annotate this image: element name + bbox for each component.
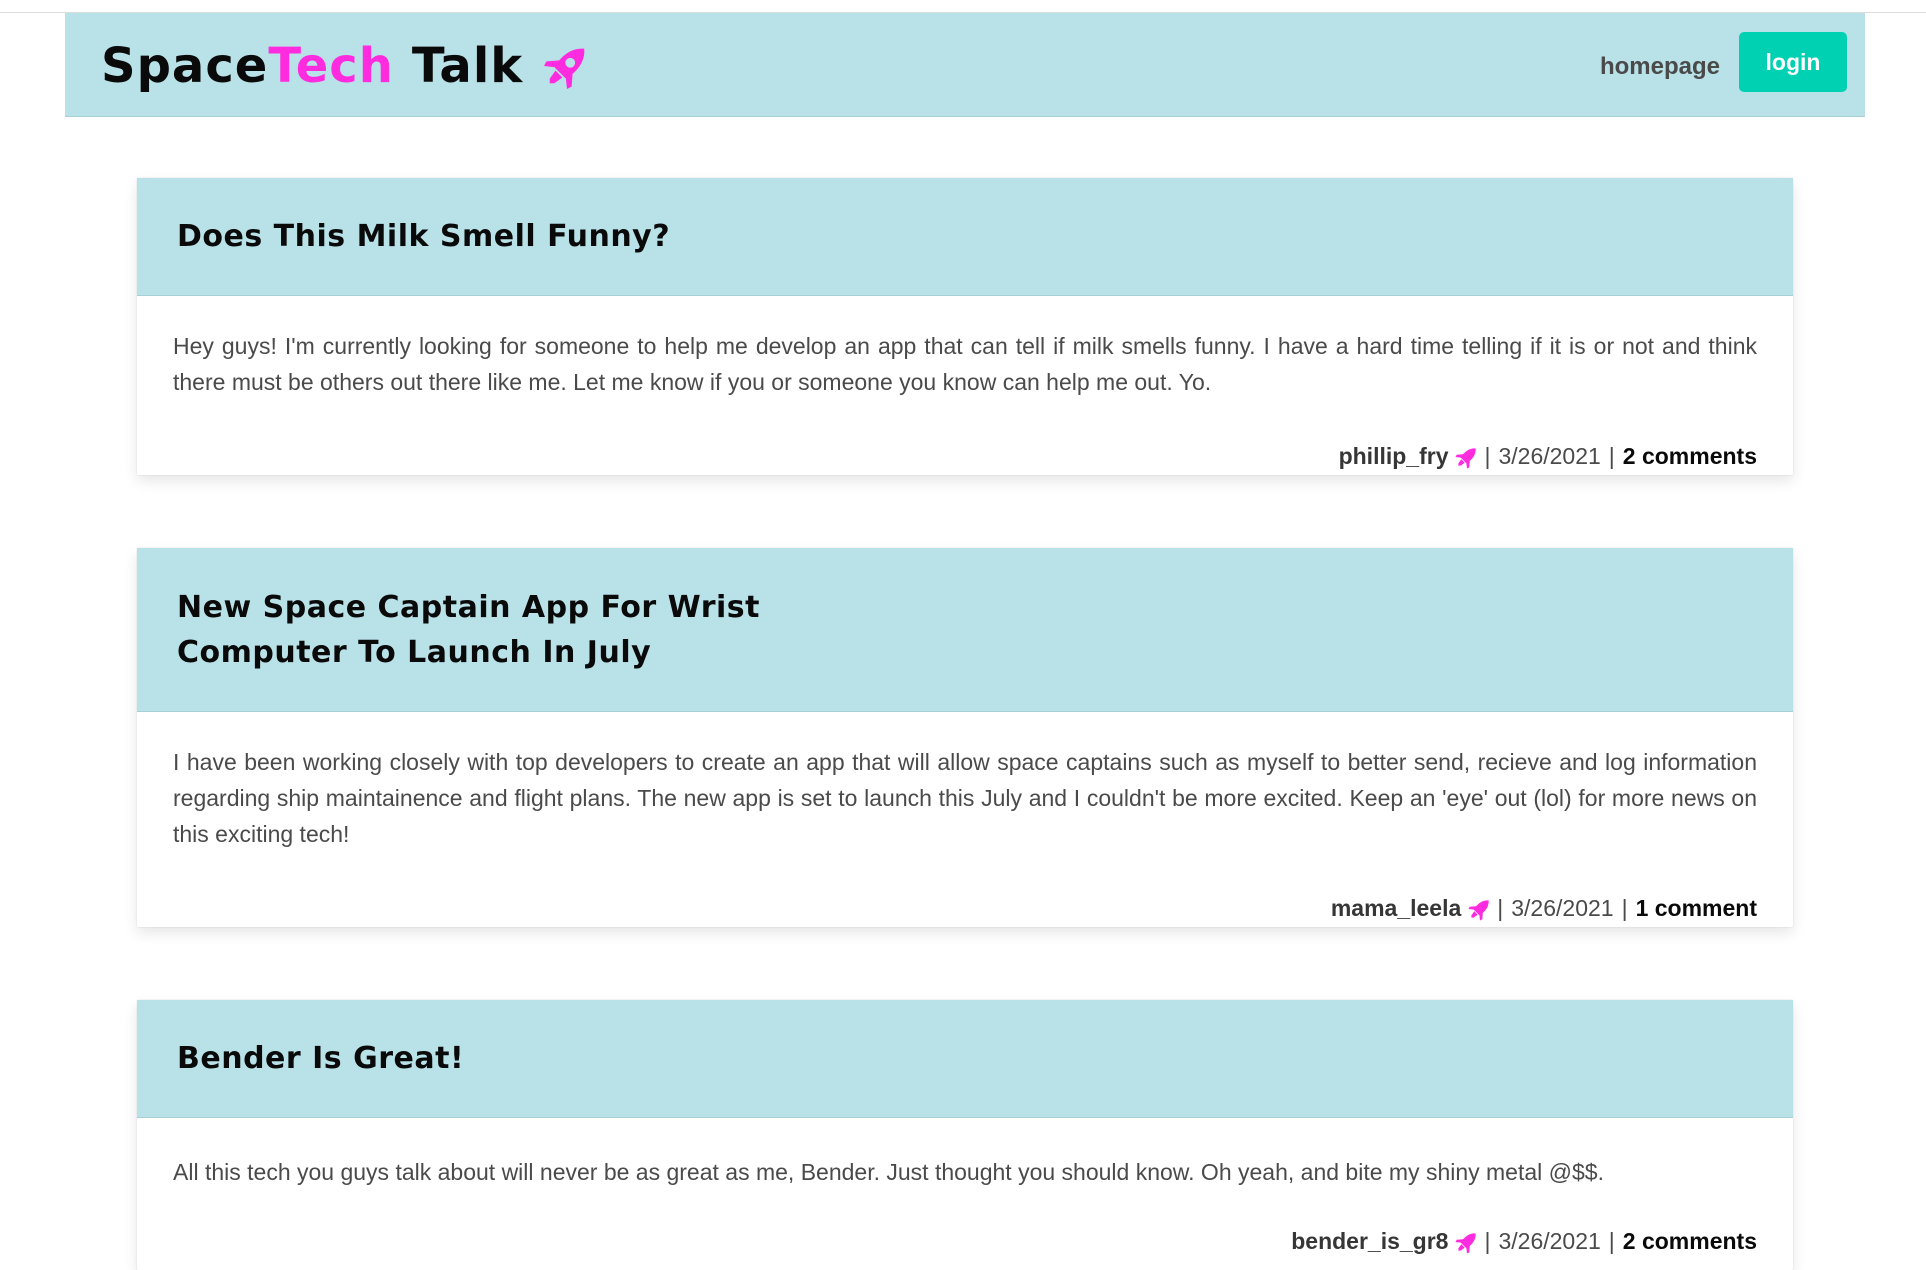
post-body: Hey guys! I'm currently looking for some… <box>173 333 1757 395</box>
post-date: 3/26/2021 <box>1511 895 1614 921</box>
post-date: 3/26/2021 <box>1498 443 1601 469</box>
post-comments-link[interactable]: 2 comments <box>1623 443 1757 470</box>
post-body: I have been working closely with top dev… <box>173 749 1757 847</box>
rocket-icon <box>1454 1229 1480 1255</box>
rocket-icon <box>541 40 593 92</box>
post-title[interactable]: New Space Captain App For Wrist Computer… <box>177 585 877 675</box>
meta-separator: | <box>1484 443 1491 469</box>
meta-separator: | <box>1608 1228 1615 1254</box>
post-card: Does This Milk Smell Funny? Hey guys! I'… <box>137 178 1793 475</box>
login-button[interactable]: login <box>1739 32 1847 92</box>
brand-word-talk: Talk <box>411 38 524 94</box>
meta-separator: | <box>1621 895 1628 921</box>
post-comments-link[interactable]: 1 comment <box>1636 895 1757 922</box>
rocket-icon <box>1467 896 1493 922</box>
rocket-icon <box>1454 444 1480 470</box>
post-title[interactable]: Bender Is Great! <box>177 1036 464 1081</box>
meta-separator: | <box>1497 895 1504 921</box>
top-rule <box>0 0 1926 13</box>
post-author[interactable]: phillip_fry <box>1339 443 1449 470</box>
meta-separator: | <box>1484 1228 1491 1254</box>
post-card: New Space Captain App For Wrist Computer… <box>137 548 1793 927</box>
post-card: Bender Is Great! All this tech you guys … <box>137 1000 1793 1270</box>
post-author[interactable]: bender_is_gr8 <box>1291 1228 1448 1255</box>
post-meta: bender_is_gr8 | 3/26/2021 | 2 comments <box>1291 1228 1757 1255</box>
post-title[interactable]: Does This Milk Smell Funny? <box>177 214 670 259</box>
header-nav: homepage login <box>1600 32 1847 92</box>
post-header: Does This Milk Smell Funny? <box>137 178 1793 296</box>
post-meta: mama_leela | 3/26/2021 | 1 comment <box>1331 895 1757 922</box>
meta-separator: | <box>1608 443 1615 469</box>
site-header: Space Tech Talk homepage login <box>65 13 1865 117</box>
brand-word-tech: Tech <box>268 38 394 94</box>
post-date: 3/26/2021 <box>1498 1228 1601 1254</box>
brand-word-space: Space <box>101 38 269 94</box>
post-author[interactable]: mama_leela <box>1331 895 1461 922</box>
post-header: Bender Is Great! <box>137 1000 1793 1118</box>
post-body: All this tech you guys talk about will n… <box>173 1159 1604 1185</box>
post-comments-link[interactable]: 2 comments <box>1623 1228 1757 1255</box>
site-logo[interactable]: Space Tech Talk <box>101 35 593 97</box>
post-meta: phillip_fry | 3/26/2021 | 2 comments <box>1339 443 1757 470</box>
post-header: New Space Captain App For Wrist Computer… <box>137 548 1793 712</box>
homepage-link[interactable]: homepage <box>1600 53 1720 81</box>
